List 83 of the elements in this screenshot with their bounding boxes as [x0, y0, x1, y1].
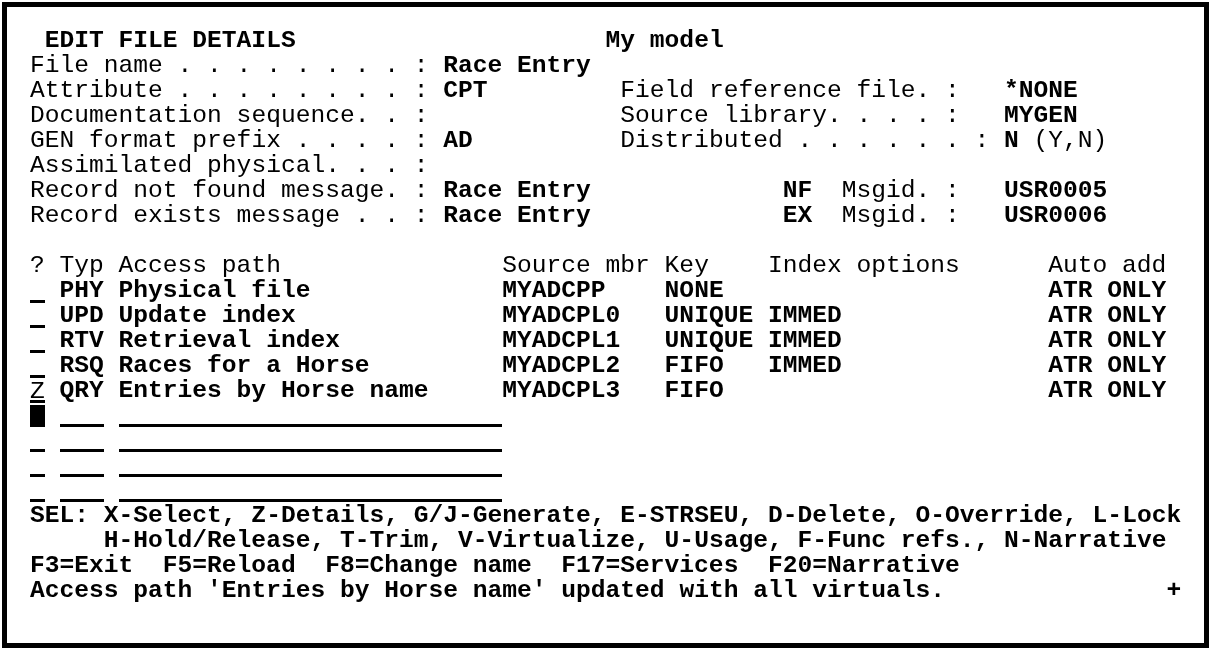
field-label: GEN format prefix . . . . : — [30, 127, 429, 154]
access-path-input-field[interactable] — [118, 424, 503, 427]
legend-text: H-Hold/Release, T-Trim, V-Virtualize, U-Usage, F-Func refs., N-Narrative — [103, 528, 1167, 553]
table-cell: RSQ — [59, 352, 104, 379]
field-hint: (Y,N) — [1033, 128, 1108, 153]
access-path-input-field[interactable] — [118, 499, 503, 502]
table-cell: IMMED — [767, 327, 842, 354]
table-cell: FIFO — [664, 377, 724, 404]
field-value: N — [1004, 128, 1019, 153]
column-header: Auto add — [1048, 252, 1167, 279]
legend-label: SEL: — [30, 502, 90, 529]
field-label: Msgid. : — [841, 177, 960, 204]
more-indicator: + — [1166, 578, 1182, 603]
column-header: Source mbr — [502, 252, 650, 279]
field-value: USR0005 — [1004, 178, 1108, 203]
table-cell: IMMED — [767, 352, 842, 379]
table-cell: QRY — [59, 377, 104, 404]
field-value: CPT — [443, 77, 488, 104]
table-cell: FIFO — [664, 352, 724, 379]
field-value: USR0006 — [1004, 203, 1108, 228]
field-label: Source library. . . . : — [620, 102, 960, 129]
option-input-field[interactable] — [30, 449, 45, 452]
field-value: AD — [443, 127, 473, 154]
field-label: Field reference file. : — [620, 77, 960, 104]
field-value: Race Entry — [443, 202, 591, 229]
table-cell: NONE — [664, 277, 724, 304]
status-message: Access path 'Entries by Horse name' updated with all virtuals. — [30, 577, 946, 604]
table-cell: UNIQUE — [664, 302, 754, 329]
field-label: File name . . . . . . . . : — [30, 52, 429, 79]
table-cell: UPD — [59, 302, 104, 329]
legend-text: X-Select, Z-Details, G/J-Generate, E-STRSEU, D-Delete, O-Override, L-Lock — [103, 503, 1182, 528]
function-key[interactable]: F8=Change name — [325, 552, 532, 579]
column-header: Typ — [59, 252, 104, 279]
table-cell: UNIQUE — [664, 327, 754, 354]
table-cell: Retrieval index — [118, 327, 340, 354]
field-label: Distributed . . . . . . : — [620, 127, 990, 154]
table-cell: ATR ONLY — [1048, 378, 1167, 403]
field-value: Race Entry — [443, 52, 591, 79]
screen-title: EDIT FILE DETAILS — [44, 27, 296, 54]
type-input-field[interactable] — [59, 499, 104, 502]
table-cell: PHY — [59, 277, 104, 304]
table-cell: MYADCPL3 — [502, 377, 621, 404]
field-label: Record not found message. : — [30, 177, 429, 204]
column-header: Index options — [767, 252, 960, 279]
option-input-field[interactable] — [30, 474, 45, 477]
field-value: MYGEN — [1004, 103, 1078, 128]
field-label: Msgid. : — [841, 202, 960, 229]
table-cell: RTV — [59, 327, 104, 354]
field-value: *NONE — [1004, 78, 1078, 103]
function-key[interactable]: F17=Services — [561, 552, 739, 579]
table-cell: Update index — [118, 302, 296, 329]
column-header: Access path — [118, 252, 281, 279]
model-name: My model — [605, 28, 724, 53]
field-label: Documentation sequence. . : — [30, 102, 429, 129]
table-cell: ATR ONLY — [1048, 303, 1167, 328]
column-header: Key — [664, 252, 709, 279]
type-input-field[interactable] — [59, 424, 104, 427]
table-cell: ATR ONLY — [1048, 328, 1167, 353]
field-label: Attribute . . . . . . . . : — [30, 77, 429, 104]
option-input-field[interactable] — [30, 499, 45, 502]
table-cell: Entries by Horse name — [118, 377, 429, 404]
field-value: Race Entry — [443, 177, 591, 204]
table-cell: MYADCPP — [502, 277, 606, 304]
table-cell: MYADCPL2 — [502, 352, 621, 379]
table-cell: ATR ONLY — [1048, 278, 1167, 303]
table-cell: MYADCPL0 — [502, 302, 621, 329]
field-label: Record exists message . . : — [30, 202, 429, 229]
message-code: EX — [782, 202, 813, 229]
table-cell: Physical file — [118, 277, 311, 304]
access-path-input-field[interactable] — [118, 474, 503, 477]
table-cell: IMMED — [767, 302, 842, 329]
table-cell: ATR ONLY — [1048, 353, 1167, 378]
type-input-field[interactable] — [59, 449, 104, 452]
access-path-input-field[interactable] — [118, 449, 503, 452]
table-cell: Races for a Horse — [118, 352, 370, 379]
message-code: NF — [782, 177, 813, 204]
table-cell: MYADCPL1 — [502, 327, 621, 354]
field-label: Assimilated physical. . . : — [30, 152, 429, 179]
type-input-field[interactable] — [59, 474, 104, 477]
function-key[interactable]: F3=Exit — [30, 552, 134, 579]
column-header: ? — [30, 252, 45, 279]
function-key[interactable]: F5=Reload — [162, 552, 296, 579]
function-key[interactable]: F20=Narrative — [767, 552, 960, 579]
